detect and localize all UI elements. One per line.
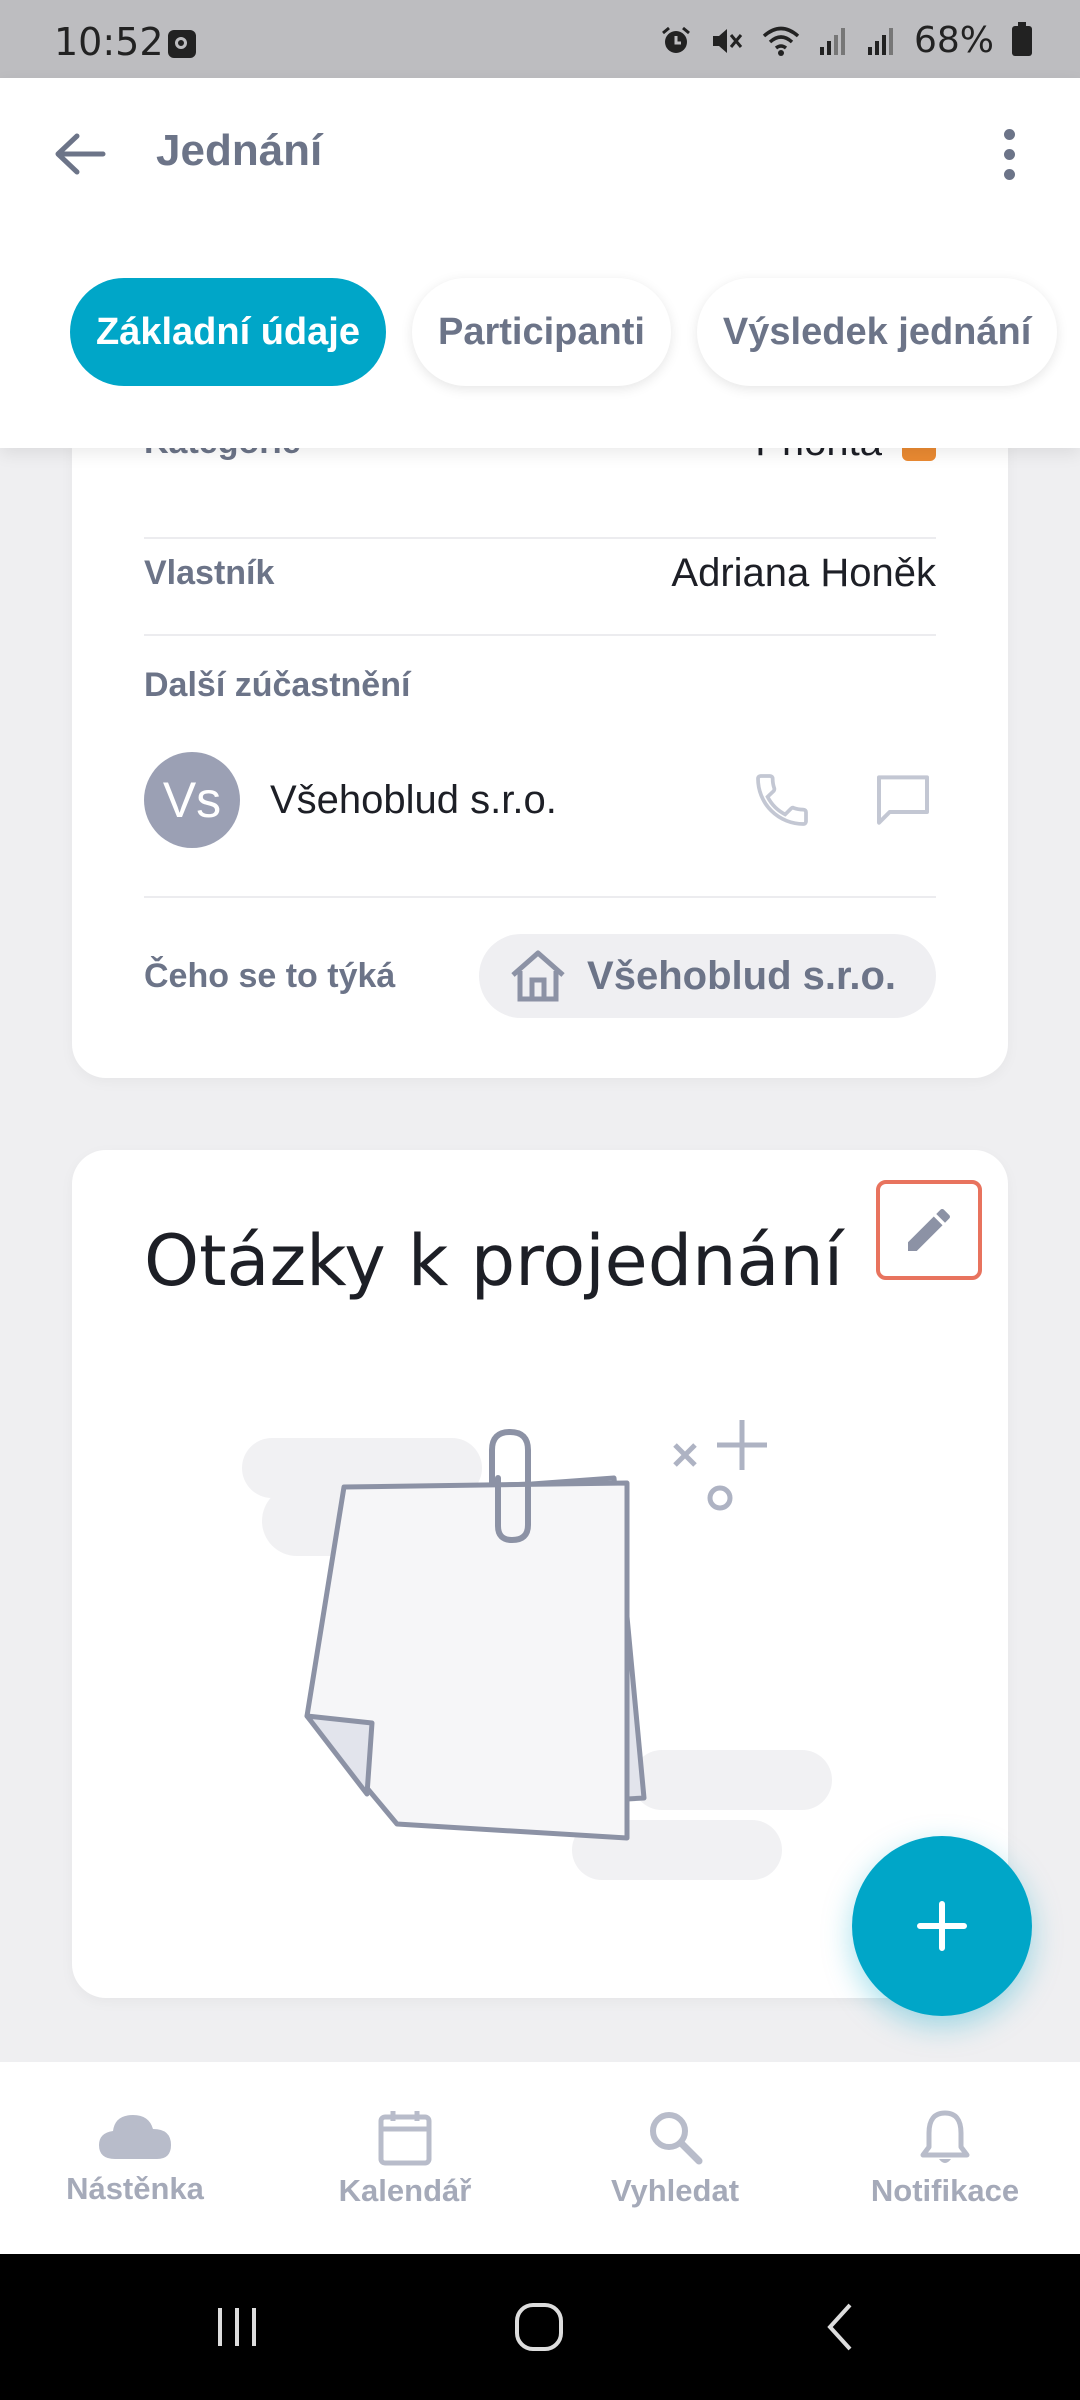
wifi-icon xyxy=(762,26,800,56)
back-system-button[interactable] xyxy=(806,2292,876,2362)
signal-icon xyxy=(819,27,845,55)
phone-icon[interactable] xyxy=(750,768,814,832)
more-options-button[interactable] xyxy=(984,118,1034,190)
home-circle-icon xyxy=(515,2303,563,2351)
search-icon xyxy=(650,2112,703,2165)
message-icon[interactable] xyxy=(870,768,936,832)
bell-icon xyxy=(920,2110,970,2163)
bottom-navigation: Nástěnka Kalendář Vyhledat Notifikace xyxy=(0,2062,1080,2254)
edit-button[interactable] xyxy=(876,1180,982,1280)
divider xyxy=(144,896,936,898)
questions-card: Otázky k projednání xyxy=(72,1150,1008,1998)
system-navigation-bar xyxy=(0,2254,1080,2400)
nav-calendar-label: Kalendář xyxy=(338,2173,472,2208)
others-row: Další zúčastnění xyxy=(144,660,936,710)
nav-notifications-label: Notifikace xyxy=(870,2173,1020,2208)
nav-notifications[interactable]: Notifikace xyxy=(810,2062,1080,2254)
relates-chip[interactable]: Všehoblud s.r.o. xyxy=(479,934,936,1018)
owner-label: Vlastník xyxy=(144,553,275,592)
tab-basic-info[interactable]: Základní údaje xyxy=(70,278,386,386)
battery-icon xyxy=(1012,21,1032,56)
back-button[interactable] xyxy=(44,118,116,190)
nav-dashboard-label: Nástěnka xyxy=(66,2171,204,2206)
nav-search[interactable]: Vyhledat xyxy=(540,2062,810,2254)
relates-label: Čeho se to týká xyxy=(144,956,396,995)
clock-notification-icon xyxy=(168,30,196,58)
calendar-icon xyxy=(378,2111,432,2166)
relates-value: Všehoblud s.r.o. xyxy=(587,953,896,998)
avatar: Vs xyxy=(144,752,240,848)
mute-icon xyxy=(712,28,743,53)
signal-icon-2 xyxy=(867,27,893,55)
more-vert-icon xyxy=(1003,128,1015,140)
others-label: Další zúčastnění xyxy=(144,665,411,704)
details-card: Kategorie Priorita Vlastník Adriana Honě… xyxy=(72,380,1008,1078)
participant-row[interactable]: Vs Všehoblud s.r.o. xyxy=(144,750,936,850)
recents-icon xyxy=(218,2308,256,2346)
arrow-left-icon xyxy=(55,133,106,175)
tab-bar: Základní údaje Participanti Výsledek jed… xyxy=(70,278,1058,386)
owner-value: Adriana Honěk xyxy=(671,550,936,595)
add-button[interactable] xyxy=(852,1836,1032,2016)
app-bar: Jednání Základní údaje Participanti Výsl… xyxy=(0,78,1080,448)
nav-calendar[interactable]: Kalendář xyxy=(270,2062,540,2254)
participant-name: Všehoblud s.r.o. xyxy=(270,777,557,822)
recent-apps-button[interactable] xyxy=(202,2292,272,2362)
home-button[interactable] xyxy=(504,2292,574,2362)
nav-search-label: Vyhledat xyxy=(610,2173,740,2208)
tab-meeting-result[interactable]: Výsledek jednání xyxy=(696,278,1058,386)
battery-percent: 68% xyxy=(913,20,994,61)
pencil-icon xyxy=(908,1208,950,1251)
nav-dashboard[interactable]: Nástěnka xyxy=(0,2062,270,2254)
status-icons: 68% xyxy=(660,20,1032,61)
plus-icon xyxy=(917,1901,967,1951)
status-time: 10:52 xyxy=(54,20,164,64)
questions-title: Otázky k projednání xyxy=(144,1220,844,1302)
relates-row: Čeho se to týká Všehoblud s.r.o. xyxy=(144,934,936,1018)
divider xyxy=(144,634,936,636)
owner-row: Vlastník Adriana Honěk xyxy=(144,520,936,626)
alarm-icon xyxy=(662,26,690,53)
empty-notes-illustration xyxy=(242,1420,832,1880)
page-title: Jednání xyxy=(156,126,323,175)
home-icon xyxy=(511,950,565,1002)
chevron-left-icon xyxy=(827,2303,852,2351)
tab-participants[interactable]: Participanti xyxy=(411,278,671,386)
cloud-icon xyxy=(99,2115,171,2159)
status-bar: 10:52 68% xyxy=(0,0,1080,78)
